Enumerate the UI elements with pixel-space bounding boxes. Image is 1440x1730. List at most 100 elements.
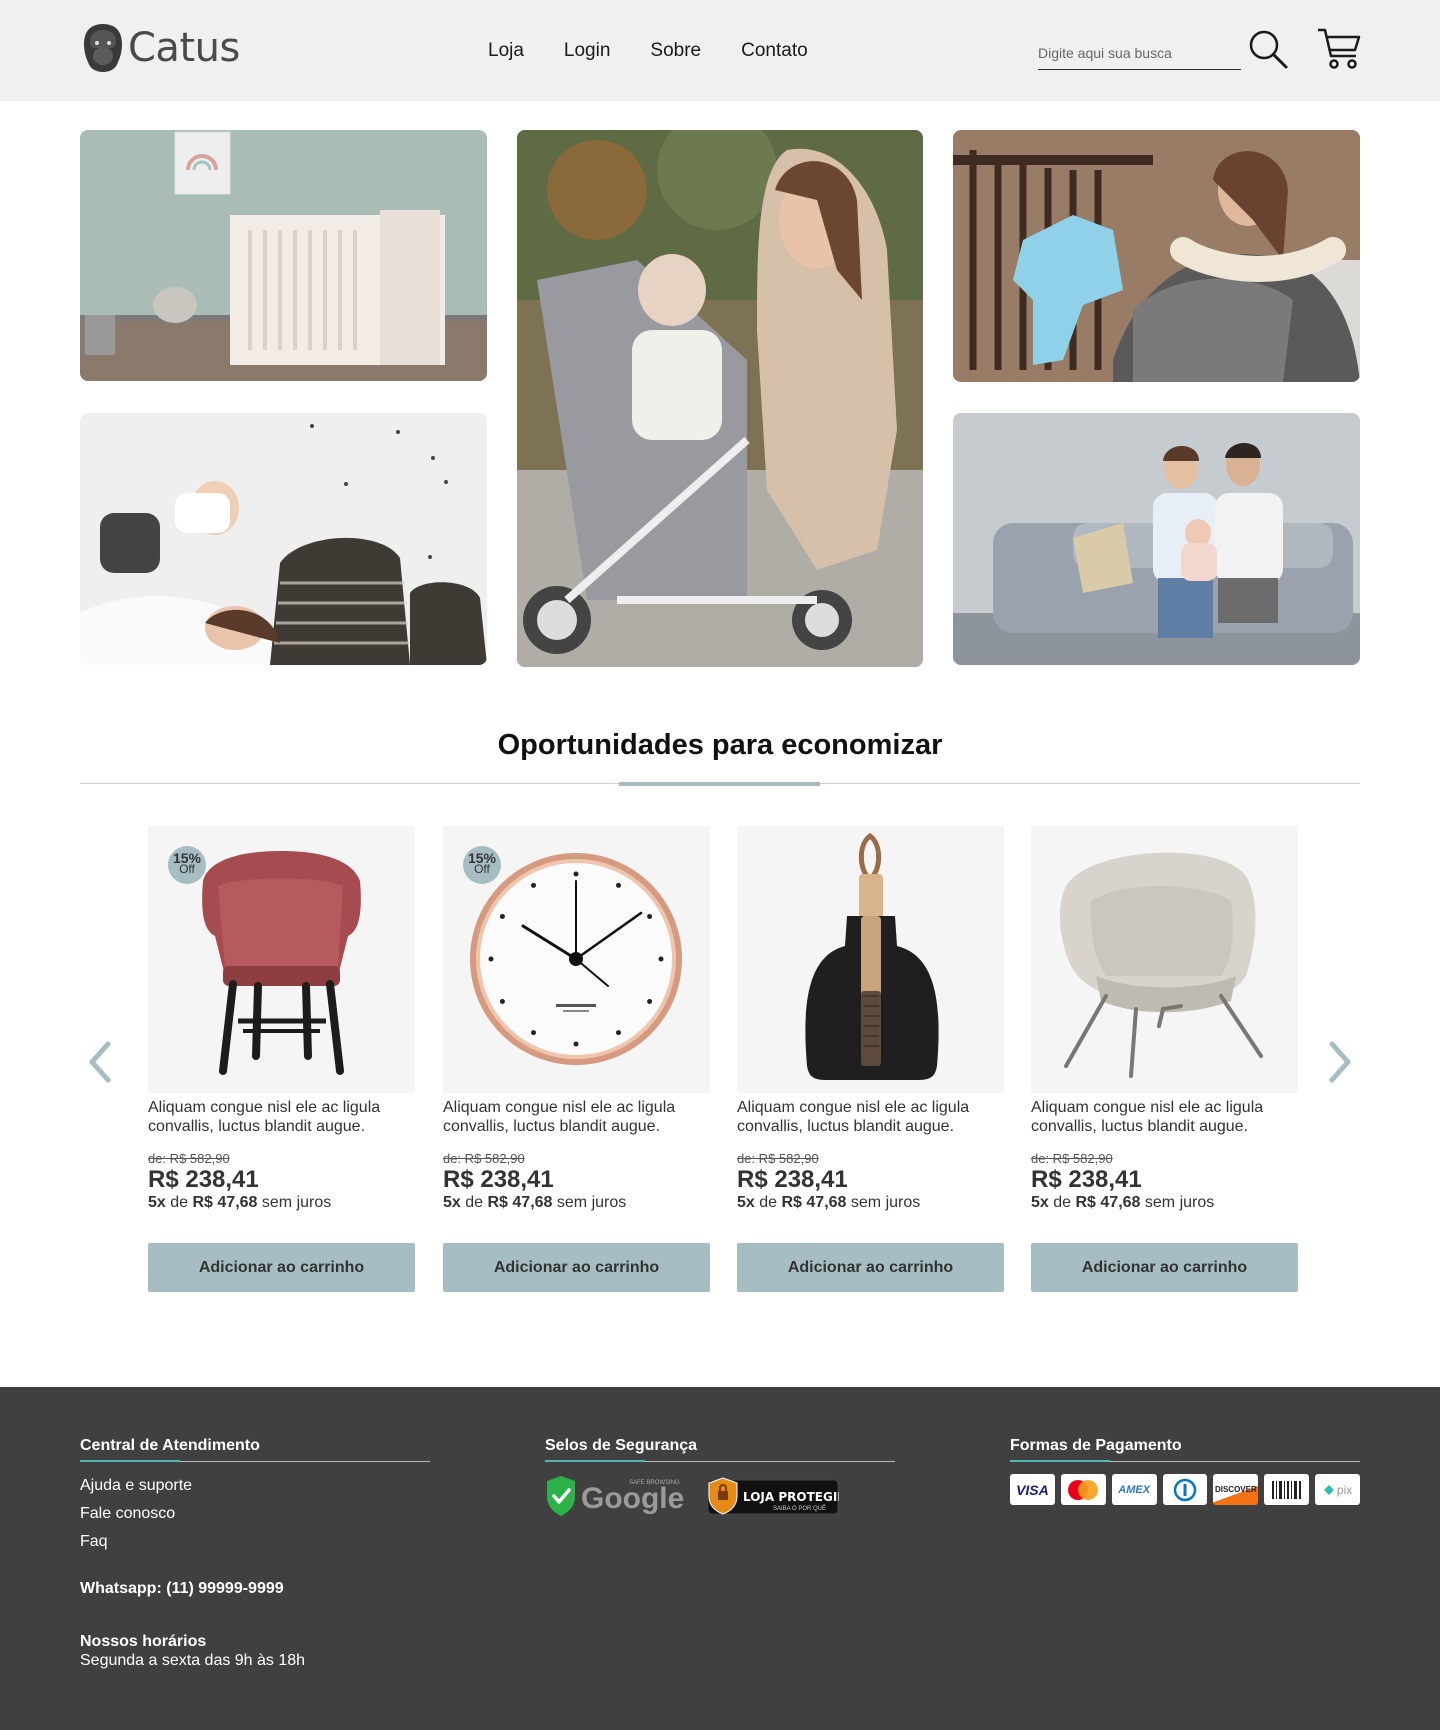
footer-support: Central de Atendimento Ajuda e suporte F… bbox=[80, 1437, 430, 1671]
gorilla-logo-icon bbox=[84, 24, 122, 72]
product-price: R$ 238,41 bbox=[737, 1166, 848, 1193]
installment-suffix: sem juros bbox=[850, 1194, 921, 1211]
product-installments: 5x de R$ 47,68 sem juros bbox=[148, 1193, 415, 1213]
cart-icon[interactable] bbox=[1316, 26, 1362, 70]
discount-badge: 15% Off bbox=[463, 846, 501, 884]
add-to-cart-button[interactable]: Adicionar ao carrinho bbox=[737, 1243, 1004, 1292]
product-card: 15% Off Aliquam congue nisl ele ac ligul… bbox=[443, 826, 710, 1292]
discount-badge: 15% Off bbox=[168, 846, 206, 884]
installment-value: R$ 47,68 bbox=[487, 1194, 553, 1211]
footer-link-fale-conosco[interactable]: Fale conosco bbox=[80, 1500, 430, 1528]
site-footer: Central de Atendimento Ajuda e suporte F… bbox=[0, 1387, 1440, 1730]
product-card: Aliquam congue nisl ele ac ligula conval… bbox=[737, 826, 1004, 1292]
add-to-cart-button[interactable]: Adicionar ao carrinho bbox=[148, 1243, 415, 1292]
product-card: Aliquam congue nisl ele ac ligula conval… bbox=[1031, 826, 1298, 1292]
search-box bbox=[1038, 36, 1241, 70]
installment-count: 5x bbox=[443, 1194, 461, 1211]
installment-value: R$ 47,68 bbox=[781, 1194, 847, 1211]
amex-icon: AMEX bbox=[1111, 1474, 1157, 1505]
hero-photo-family-sofa[interactable] bbox=[953, 413, 1360, 665]
product-price: R$ 238,41 bbox=[148, 1166, 259, 1193]
installment-value: R$ 47,68 bbox=[1075, 1194, 1141, 1211]
carousel-next-chevron-right-icon[interactable] bbox=[1326, 1040, 1356, 1084]
main-nav: Loja Login Sobre Contato bbox=[488, 40, 808, 62]
product-description: Aliquam congue nisl ele ac ligula conval… bbox=[737, 1099, 970, 1135]
product-description: Aliquam congue nisl ele ac ligula conval… bbox=[443, 1099, 676, 1135]
add-to-cart-button[interactable]: Adicionar ao carrinho bbox=[1031, 1243, 1298, 1292]
google-safe-browsing-seal-icon[interactable]: SAFE BROWSING Google bbox=[545, 1474, 691, 1518]
section-title: Oportunidades para economizar bbox=[497, 729, 943, 761]
product-price: R$ 238,41 bbox=[443, 1166, 554, 1193]
visa-icon: VISA bbox=[1010, 1474, 1055, 1505]
product-installments: 5x de R$ 47,68 sem juros bbox=[443, 1193, 710, 1213]
section-divider-accent bbox=[619, 782, 820, 786]
product-old-price: de: R$ 582,90 bbox=[443, 1151, 525, 1166]
nav-contato[interactable]: Contato bbox=[741, 40, 808, 62]
payment-methods: VISA AMEX DISCOVER pix bbox=[1010, 1474, 1361, 1505]
installment-de: de bbox=[759, 1194, 778, 1211]
product-image-wall-clock[interactable]: 15% Off bbox=[443, 826, 710, 1093]
pix-icon: pix bbox=[1315, 1474, 1361, 1505]
security-seals: SAFE BROWSING Google LOJA PROTEGIDA SAIB… bbox=[545, 1474, 895, 1518]
hero-photo-mother-baby[interactable] bbox=[80, 413, 487, 665]
installment-suffix: sem juros bbox=[556, 1194, 627, 1211]
logo[interactable]: Catus bbox=[80, 20, 240, 76]
search-input[interactable] bbox=[1038, 36, 1241, 69]
installment-count: 5x bbox=[737, 1194, 755, 1211]
product-old-price: de: R$ 582,90 bbox=[1031, 1151, 1113, 1166]
product-description: Aliquam congue nisl ele ac ligula conval… bbox=[148, 1099, 381, 1135]
footer-hours-title: Nossos horários bbox=[80, 1633, 207, 1650]
amex-label: AMEX bbox=[1118, 1483, 1151, 1496]
product-installments: 5x de R$ 47,68 sem juros bbox=[737, 1193, 1004, 1213]
installment-count: 5x bbox=[148, 1194, 166, 1211]
discover-label: DISCOVER bbox=[1214, 1485, 1257, 1494]
installment-suffix: sem juros bbox=[1144, 1194, 1215, 1211]
boleto-barcode-icon bbox=[1264, 1474, 1310, 1505]
add-to-cart-button[interactable]: Adicionar ao carrinho bbox=[443, 1243, 710, 1292]
installment-de: de bbox=[465, 1194, 484, 1211]
loja-seal-text: LOJA PROTEGIDA bbox=[743, 1490, 839, 1504]
footer-link-faq[interactable]: Faq bbox=[80, 1528, 430, 1556]
footer-link-ajuda[interactable]: Ajuda e suporte bbox=[80, 1472, 430, 1500]
product-image-red-chair[interactable]: 15% Off bbox=[148, 826, 415, 1093]
mastercard-icon bbox=[1060, 1474, 1106, 1505]
loja-protegida-seal-icon[interactable]: LOJA PROTEGIDA SAIBA O POR QUÊ bbox=[707, 1476, 839, 1516]
site-header: Catus Loja Login Sobre Contato bbox=[0, 0, 1440, 101]
nav-login[interactable]: Login bbox=[564, 40, 611, 62]
visa-label: VISA bbox=[1016, 1481, 1049, 1498]
footer-security-title: Selos de Segurança bbox=[545, 1437, 895, 1462]
footer-payment-title: Formas de Pagamento bbox=[1010, 1437, 1360, 1462]
hero-photo-crib[interactable] bbox=[80, 130, 487, 381]
product-price: R$ 238,41 bbox=[1031, 1166, 1142, 1193]
footer-whatsapp: Whatsapp: (11) 99999-9999 bbox=[80, 1580, 284, 1597]
search-icon[interactable] bbox=[1248, 30, 1290, 70]
product-image-lounge-chair[interactable] bbox=[1031, 826, 1298, 1093]
footer-hours: Segunda a sexta das 9h às 18h bbox=[80, 1652, 306, 1669]
hero-photo-baby-clothes[interactable] bbox=[953, 130, 1360, 382]
installment-count: 5x bbox=[1031, 1194, 1049, 1211]
footer-support-title: Central de Atendimento bbox=[80, 1437, 430, 1462]
footer-payment: Formas de Pagamento VISA AMEX DISCOVER p… bbox=[1010, 1437, 1361, 1505]
installment-de: de bbox=[1053, 1194, 1072, 1211]
google-seal-text: Google bbox=[581, 1482, 684, 1515]
product-image-dustpan[interactable] bbox=[737, 826, 1004, 1093]
installment-value: R$ 47,68 bbox=[192, 1194, 258, 1211]
installment-de: de bbox=[170, 1194, 189, 1211]
footer-security: Selos de Segurança SAFE BROWSING Google … bbox=[545, 1437, 895, 1518]
loja-seal-small-text: SAIBA O POR QUÊ bbox=[773, 1504, 826, 1512]
discover-icon: DISCOVER bbox=[1213, 1474, 1259, 1505]
product-installments: 5x de R$ 47,68 sem juros bbox=[1031, 1193, 1298, 1213]
product-old-price: de: R$ 582,90 bbox=[148, 1151, 230, 1166]
nav-loja[interactable]: Loja bbox=[488, 40, 524, 62]
carousel-prev-chevron-left-icon[interactable] bbox=[84, 1040, 114, 1084]
product-old-price: de: R$ 582,90 bbox=[737, 1151, 819, 1166]
diners-icon bbox=[1162, 1474, 1208, 1505]
logo-text: Catus bbox=[128, 25, 240, 71]
hero-photo-stroller[interactable] bbox=[517, 130, 923, 667]
pix-label: pix bbox=[1336, 1482, 1353, 1497]
nav-sobre[interactable]: Sobre bbox=[650, 40, 701, 62]
installment-suffix: sem juros bbox=[261, 1194, 332, 1211]
product-card: 15% Off Aliquam congue nisl ele ac ligul… bbox=[148, 826, 415, 1292]
product-description: Aliquam congue nisl ele ac ligula conval… bbox=[1031, 1099, 1264, 1135]
footer-support-links: Ajuda e suporte Fale conosco Faq bbox=[80, 1472, 430, 1556]
